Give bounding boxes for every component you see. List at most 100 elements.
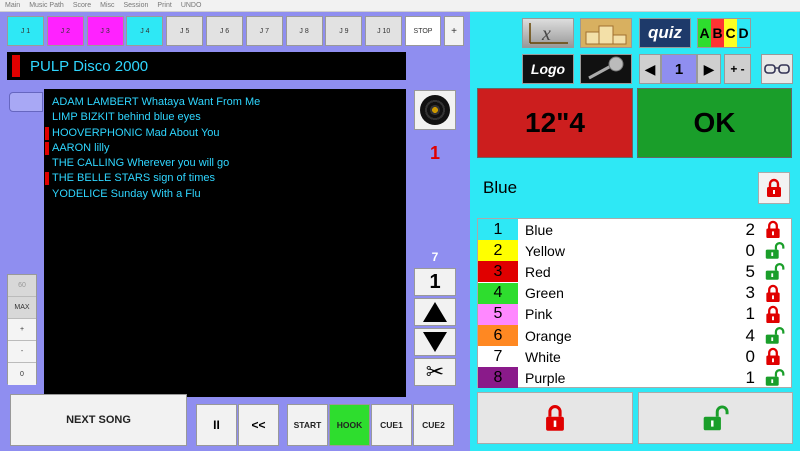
table-row[interactable]: 6 Orange 4: [478, 325, 791, 347]
menu-item-session[interactable]: Session: [124, 2, 149, 9]
table-row[interactable]: 2 Yellow 0: [478, 240, 791, 262]
x-graph-icon: x: [529, 23, 568, 45]
scissors-icon: ✂: [425, 359, 445, 384]
microphone-button[interactable]: [580, 54, 632, 84]
lock-icon[interactable]: [763, 220, 783, 239]
volume-control: 60 MAX + - 0: [7, 274, 37, 385]
menu-item-music-path[interactable]: Music Path: [29, 2, 64, 9]
x-axis-mode-button[interactable]: x: [522, 18, 574, 48]
plus-minus-button[interactable]: + -: [724, 54, 751, 84]
list-item[interactable]: ADAM LAMBERT Whataya Want From Me: [44, 95, 406, 110]
list-item[interactable]: HOOVERPHONIC Mad About You: [44, 126, 406, 141]
jingle-button-7[interactable]: J 7: [245, 16, 283, 46]
ok-button[interactable]: OK: [637, 88, 792, 158]
lock-icon[interactable]: [763, 305, 783, 324]
step-top-label: 7: [431, 250, 439, 264]
time-display[interactable]: 12"4: [477, 88, 633, 158]
list-item[interactable]: LIMP BIZKIT behind blue eyes: [44, 110, 406, 125]
jingle-button-5[interactable]: J 5: [166, 16, 204, 46]
table-row[interactable]: 8 Purple 1: [478, 367, 791, 389]
jingle-button-8[interactable]: J 8: [285, 16, 323, 46]
color-name: Red: [525, 263, 551, 280]
color-swatch-number: 6: [478, 325, 518, 347]
svg-text:x: x: [541, 23, 551, 45]
podium-icon: [585, 25, 627, 45]
triangle-down-icon: [423, 332, 447, 352]
song-title: THE CALLING Wherever you will go: [52, 157, 230, 170]
list-item[interactable]: AARON lilly: [44, 141, 406, 156]
unlock-icon[interactable]: [763, 326, 785, 345]
logo-button[interactable]: Logo: [522, 54, 574, 84]
jingle-button-4[interactable]: J 4: [126, 16, 164, 46]
jingle-button-2[interactable]: J 2: [46, 16, 84, 46]
volume-zero-button[interactable]: 0: [8, 363, 36, 385]
color-name: Green: [525, 285, 564, 302]
jingle-button-9[interactable]: J 9: [325, 16, 363, 46]
move-up-button[interactable]: [414, 298, 456, 326]
cue-button-cue2[interactable]: CUE2: [413, 404, 454, 446]
page-prev-button[interactable]: ◀: [639, 54, 661, 84]
quiz-button[interactable]: quiz: [639, 18, 691, 48]
menu-item-score[interactable]: Score: [73, 2, 91, 9]
unlock-icon[interactable]: [763, 241, 785, 260]
playlist-scroll-tab[interactable]: [9, 92, 43, 112]
vinyl-record-button[interactable]: [414, 90, 456, 130]
table-row[interactable]: 3 Red 5: [478, 261, 791, 283]
pause-button[interactable]: II: [196, 404, 237, 446]
answer-letter-a: A: [698, 19, 711, 47]
current-color-label: Blue: [483, 178, 518, 197]
rewind-button[interactable]: <<: [238, 404, 279, 446]
table-row[interactable]: 7 White 0: [478, 346, 791, 368]
menu-item-undo[interactable]: UNDO: [181, 2, 202, 9]
lock-all-button[interactable]: [477, 392, 633, 444]
color-count: 2: [745, 219, 755, 239]
glasses-icon: [764, 64, 790, 74]
list-item[interactable]: THE BELLE STARS sign of times: [44, 171, 406, 186]
jingle-button-10[interactable]: J 10: [365, 16, 403, 46]
song-title: AARON lilly: [52, 141, 110, 154]
answer-letter-c: C: [724, 19, 737, 47]
menu-item-main[interactable]: Main: [5, 2, 20, 9]
unlock-all-button[interactable]: [638, 392, 793, 444]
jingle-button-6[interactable]: J 6: [206, 16, 243, 46]
step-number[interactable]: 1: [414, 268, 456, 296]
table-row[interactable]: 1 Blue 2: [478, 219, 791, 241]
volume-plus-button[interactable]: +: [8, 319, 36, 341]
triangle-right-icon: ▶: [703, 60, 715, 77]
view-button[interactable]: [761, 54, 793, 84]
menu-item-misc[interactable]: Misc: [100, 2, 114, 9]
next-song-button[interactable]: NEXT SONG: [10, 394, 187, 446]
song-list[interactable]: ADAM LAMBERT Whataya Want From Me LIMP BI…: [44, 89, 406, 397]
song-flag-marker: [45, 172, 49, 186]
menu-item-print[interactable]: Print: [157, 2, 171, 9]
menu-bar: Main Music Path Score Misc Session Print UNDO: [0, 0, 800, 12]
page-next-button[interactable]: ▶: [697, 54, 721, 84]
color-swatch-number: 7: [478, 346, 518, 368]
color-name: Orange: [525, 327, 572, 344]
lock-icon[interactable]: [763, 284, 783, 303]
volume-minus-button[interactable]: -: [8, 341, 36, 363]
unlock-icon[interactable]: [763, 368, 785, 387]
volume-value: 60: [8, 275, 36, 297]
page-number: 1: [661, 54, 697, 84]
table-row[interactable]: 5 Pink 1: [478, 303, 791, 325]
song-title: ADAM LAMBERT Whataya Want From Me: [52, 96, 261, 108]
list-item[interactable]: THE CALLING Wherever you will go: [44, 156, 406, 171]
stop-button[interactable]: STOP: [405, 16, 441, 46]
move-down-button[interactable]: [414, 328, 456, 356]
add-jingle-button[interactable]: +: [444, 16, 464, 46]
unlock-icon[interactable]: [763, 262, 785, 281]
jingle-button-3[interactable]: J 3: [86, 16, 124, 46]
cue-button-cue1[interactable]: CUE1: [371, 404, 412, 446]
cut-button[interactable]: ✂: [414, 358, 456, 386]
cue-button-hook[interactable]: HOOK: [329, 404, 370, 446]
cue-button-start[interactable]: START: [287, 404, 328, 446]
jingle-button-1[interactable]: J 1: [7, 16, 44, 46]
current-color-lock-button[interactable]: [758, 172, 790, 204]
podium-button[interactable]: [580, 18, 632, 48]
abcd-answer-button[interactable]: ABCD: [697, 18, 751, 48]
lock-icon[interactable]: [763, 347, 783, 366]
list-item[interactable]: YODELICE Sunday With a Flu: [44, 187, 406, 202]
lock-icon: [767, 178, 781, 197]
table-row[interactable]: 4 Green 3: [478, 282, 791, 304]
